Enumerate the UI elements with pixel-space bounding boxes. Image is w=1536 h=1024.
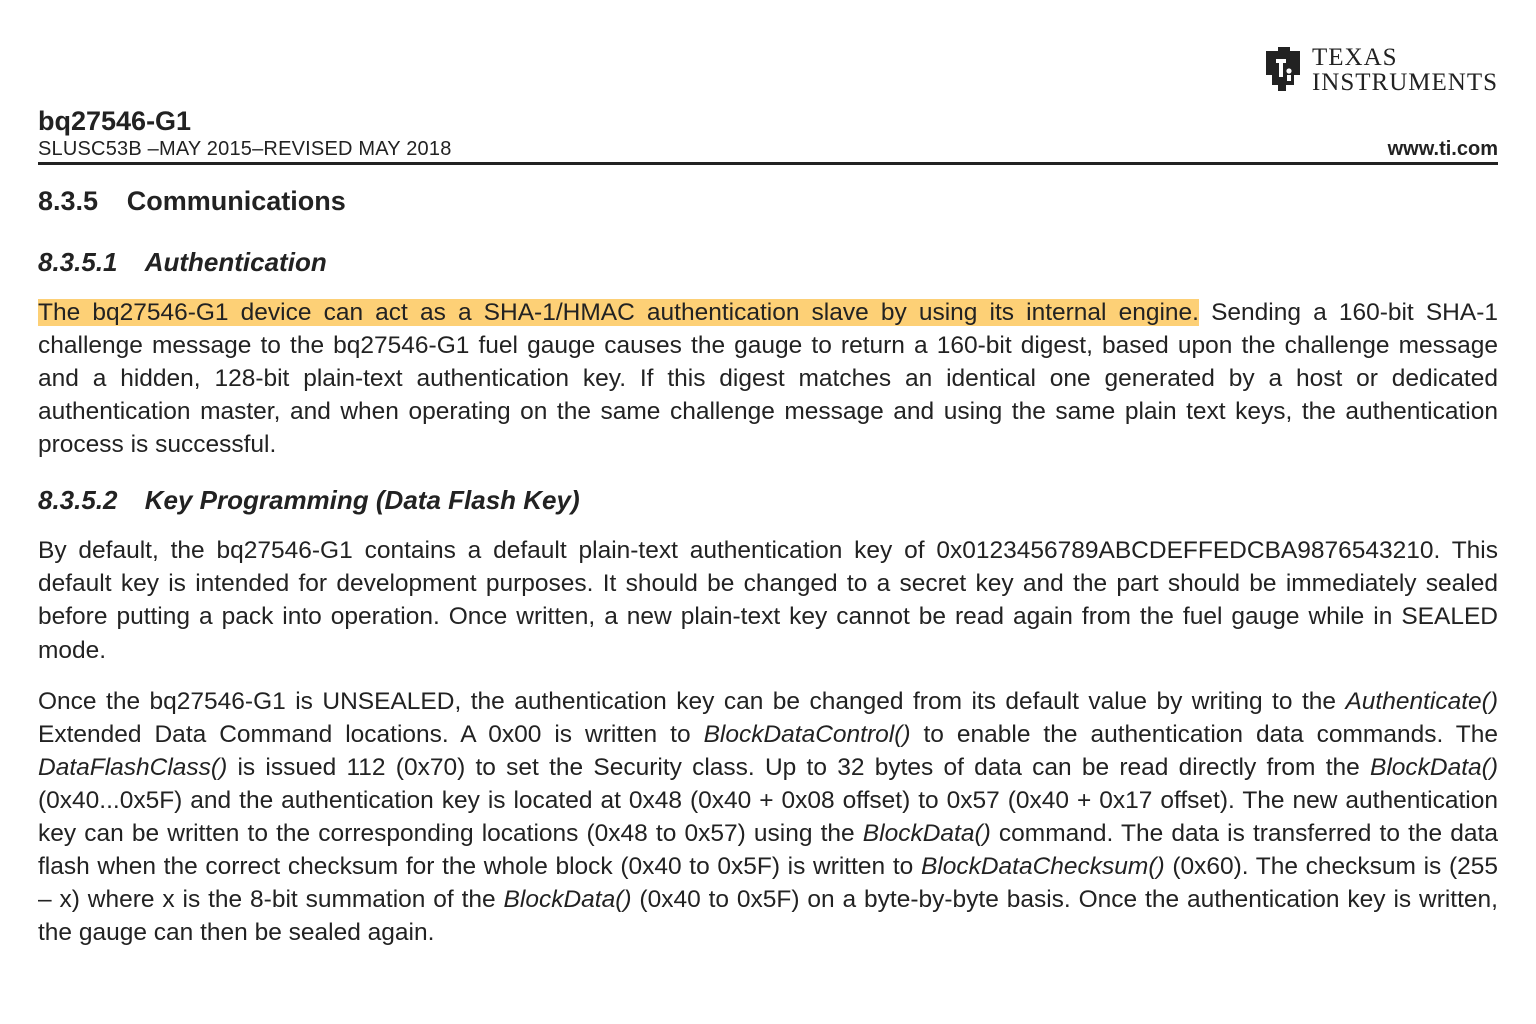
keyprog-paragraph-2: Once the bq27546-G1 is UNSEALED, the aut… [38, 685, 1498, 950]
ti-chip-icon [1256, 45, 1304, 93]
text-run: to enable the authentication data comman… [911, 721, 1498, 748]
api-name: Authenticate() [1345, 688, 1498, 715]
subsection-number: 8.3.5.2 [38, 485, 118, 515]
api-name: BlockDataChecksum() [921, 853, 1165, 880]
brand-logo: TEXAS INSTRUMENTS [1256, 45, 1498, 95]
subsection-heading-keyprog: 8.3.5.2 Key Programming (Data Flash Key) [38, 485, 1498, 516]
brand-line2: INSTRUMENTS [1312, 70, 1498, 95]
part-number: bq27546-G1 [38, 106, 191, 137]
page: TEXAS INSTRUMENTS bq27546-G1 SLUSC53B –M… [0, 0, 1536, 1024]
section-heading: 8.3.5 Communications [38, 186, 1498, 217]
keyprog-paragraph-1: By default, the bq27546-G1 contains a de… [38, 534, 1498, 666]
section-number: 8.3.5 [38, 186, 98, 216]
subsection-title: Key Programming (Data Flash Key) [145, 485, 580, 515]
highlighted-sentence: The bq27546-G1 device can act as a SHA-1… [38, 299, 1199, 326]
brand-line1: TEXAS [1312, 45, 1498, 70]
subsection-title: Authentication [145, 247, 327, 277]
text-run: Once the bq27546-G1 is UNSEALED, the aut… [38, 688, 1345, 715]
text-run: Extended Data Command locations. A 0x00 … [38, 721, 704, 748]
subsection-heading-auth: 8.3.5.1 Authentication [38, 247, 1498, 278]
authentication-paragraph: The bq27546-G1 device can act as a SHA-1… [38, 296, 1498, 461]
text-run: is issued 112 (0x70) to set the Security… [227, 754, 1370, 781]
api-name: BlockData() [863, 820, 991, 847]
api-name: DataFlashClass() [38, 754, 227, 781]
section-title: Communications [127, 186, 346, 216]
api-name: BlockDataControl() [704, 721, 911, 748]
api-name: BlockData() [1370, 754, 1498, 781]
website-url: www.ti.com [1388, 138, 1498, 161]
document-body: 8.3.5 Communications 8.3.5.1 Authenticat… [38, 182, 1498, 967]
doc-revision: SLUSC53B –MAY 2015–REVISED MAY 2018 [38, 138, 452, 161]
subsection-number: 8.3.5.1 [38, 247, 118, 277]
api-name: BlockData() [504, 886, 632, 913]
brand-name: TEXAS INSTRUMENTS [1312, 45, 1498, 95]
header-divider [38, 162, 1498, 165]
